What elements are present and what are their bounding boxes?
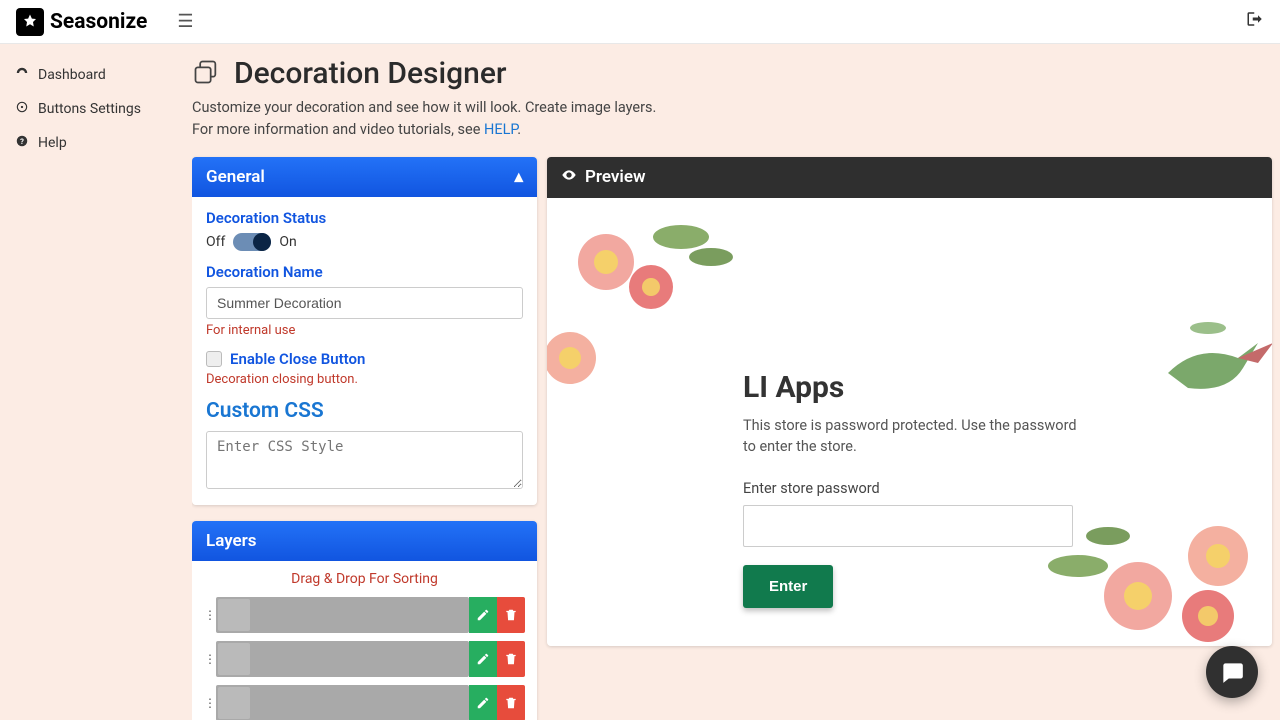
decoration-status-label: Decoration Status	[206, 209, 523, 227]
sidebar-item-label: Buttons Settings	[38, 101, 141, 117]
drag-handle-icon[interactable]: ⋮	[204, 641, 216, 677]
layer-edit-button[interactable]	[469, 641, 497, 677]
decoration-name-hint: For internal use	[206, 323, 523, 338]
hamburger-icon[interactable]: ☰	[177, 11, 193, 32]
layers-hint: Drag & Drop For Sorting	[204, 571, 525, 587]
layer-delete-button[interactable]	[497, 685, 525, 720]
help-icon: ?	[14, 134, 30, 152]
preview-panel: Preview	[547, 157, 1272, 646]
password-label: Enter store password	[743, 480, 1083, 497]
decoration-name-input[interactable]	[206, 287, 523, 319]
sidebar: Dashboard Buttons Settings ? Help	[0, 44, 192, 720]
store-password-input[interactable]	[743, 505, 1073, 547]
chat-bubble-button[interactable]	[1206, 646, 1258, 698]
flower-decoration	[551, 202, 751, 332]
flower-decoration	[547, 318, 615, 408]
on-label: On	[279, 234, 296, 250]
layer-thumb	[218, 599, 250, 631]
page-subtitle: Customize your decoration and see how it…	[192, 97, 1272, 141]
sidebar-item-help[interactable]: ? Help	[12, 126, 180, 160]
layer-thumb	[218, 643, 250, 675]
layer-row[interactable]: ⋮	[204, 685, 525, 720]
logo-icon	[16, 8, 44, 36]
layer-thumb	[218, 687, 250, 719]
sidebar-item-buttons-settings[interactable]: Buttons Settings	[12, 92, 180, 126]
decoration-status-toggle[interactable]	[233, 233, 271, 251]
general-panel: General ▴ Decoration Status Off On	[192, 157, 537, 505]
copy-icon	[192, 58, 220, 90]
app-logo[interactable]: Seasonize	[16, 8, 147, 36]
svg-text:?: ?	[20, 137, 24, 146]
layer-edit-button[interactable]	[469, 685, 497, 720]
chevron-up-icon: ▴	[514, 167, 523, 187]
store-title: LI Apps	[743, 370, 1083, 405]
preview-panel-header: Preview	[547, 157, 1272, 198]
layer-edit-button[interactable]	[469, 597, 497, 633]
enable-close-hint: Decoration closing button.	[206, 372, 523, 387]
layer-row[interactable]: ⋮	[204, 597, 525, 633]
drag-handle-icon[interactable]: ⋮	[204, 685, 216, 720]
enter-button[interactable]: Enter	[743, 565, 833, 608]
sidebar-item-dashboard[interactable]: Dashboard	[12, 58, 180, 92]
custom-css-input[interactable]	[206, 431, 523, 489]
enable-close-checkbox[interactable]	[206, 351, 222, 367]
bird-decoration	[1148, 303, 1272, 433]
chat-icon	[1219, 659, 1245, 685]
decoration-name-label: Decoration Name	[206, 263, 523, 281]
general-panel-header[interactable]: General ▴	[192, 157, 537, 197]
logout-icon[interactable]	[1246, 10, 1264, 33]
circle-dot-icon	[14, 100, 30, 118]
layers-panel: Layers Drag & Drop For Sorting ⋮ ⋮	[192, 521, 537, 720]
eye-icon	[561, 167, 577, 188]
sidebar-item-label: Help	[38, 135, 67, 151]
logo-text: Seasonize	[50, 10, 147, 34]
store-desc: This store is password protected. Use th…	[743, 415, 1083, 459]
drag-handle-icon[interactable]: ⋮	[204, 597, 216, 633]
page-title: Decoration Designer	[234, 56, 507, 91]
layer-delete-button[interactable]	[497, 641, 525, 677]
sidebar-item-label: Dashboard	[38, 67, 106, 83]
enable-close-label: Enable Close Button	[230, 350, 365, 368]
layer-bar	[216, 641, 469, 677]
preview-canvas: LI Apps This store is password protected…	[547, 198, 1272, 646]
layers-panel-header[interactable]: Layers	[192, 521, 537, 561]
layer-bar	[216, 685, 469, 720]
layer-delete-button[interactable]	[497, 597, 525, 633]
layer-row[interactable]: ⋮	[204, 641, 525, 677]
dashboard-icon	[14, 66, 30, 84]
custom-css-label: Custom CSS	[206, 399, 523, 423]
layer-bar	[216, 597, 469, 633]
off-label: Off	[206, 234, 225, 250]
help-link[interactable]: HELP	[484, 121, 517, 138]
